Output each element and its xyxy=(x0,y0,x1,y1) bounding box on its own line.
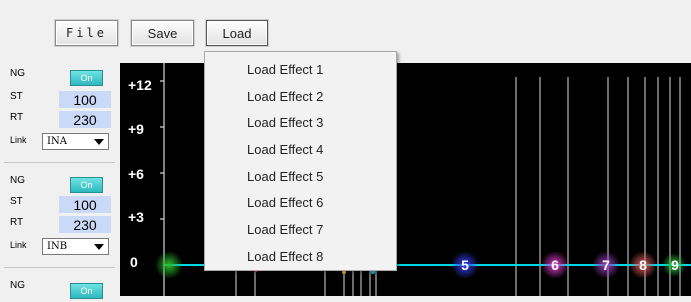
menu-item-load-effect-7[interactable]: Load Effect 7 xyxy=(205,216,396,242)
st-label: ST xyxy=(10,196,23,207)
y-tick-label: +9 xyxy=(128,121,144,137)
menu-item-load-effect-2[interactable]: Load Effect 2 xyxy=(205,83,396,109)
st-value-field[interactable]: 100 xyxy=(59,91,111,108)
rt-value-field[interactable]: 230 xyxy=(59,216,111,233)
menu-item-load-effect-1[interactable]: Load Effect 1 xyxy=(205,56,396,82)
noise-gate-on-button[interactable]: On xyxy=(70,283,103,299)
noise-gate-on-button[interactable]: On xyxy=(70,70,103,86)
y-tick-label: +12 xyxy=(128,77,152,93)
link-label: Link xyxy=(10,135,27,145)
menu-item-load-effect-4[interactable]: Load Effect 4 xyxy=(205,136,396,162)
toolbar: File Save Load xyxy=(0,0,691,55)
y-tick-label: +3 xyxy=(128,209,144,225)
band-marker-1[interactable] xyxy=(155,251,183,279)
band-label-6: 6 xyxy=(551,257,559,273)
st-value-field[interactable]: 100 xyxy=(59,196,111,213)
link-select[interactable]: INA xyxy=(42,133,109,150)
ng-label: NG xyxy=(10,175,25,186)
y-tick-label: +6 xyxy=(128,166,144,182)
menu-item-load-effect-3[interactable]: Load Effect 3 xyxy=(205,109,396,135)
ng-label: NG xyxy=(10,280,25,291)
dropdown-arrow-icon xyxy=(94,139,104,145)
dropdown-arrow-icon xyxy=(94,244,104,250)
rt-label: RT xyxy=(10,217,24,228)
channel-group-a: NG On ST 100 RT 230 Link INA xyxy=(4,62,115,163)
link-select[interactable]: INB xyxy=(42,238,109,255)
band-label-7: 7 xyxy=(602,257,610,273)
rt-value-field[interactable]: 230 xyxy=(59,111,111,128)
load-button[interactable]: Load xyxy=(206,20,268,46)
link-select-value: INA xyxy=(47,136,67,147)
band-label-8: 8 xyxy=(639,257,647,273)
rt-label: RT xyxy=(10,112,24,123)
y-tick-label: 0 xyxy=(130,254,138,270)
band-label-5: 5 xyxy=(461,257,469,273)
menu-item-load-effect-6[interactable]: Load Effect 6 xyxy=(205,189,396,215)
channel-group-c: NG On xyxy=(4,272,115,302)
axis-ticks xyxy=(160,80,164,220)
file-button[interactable]: File xyxy=(55,20,118,46)
link-label: Link xyxy=(10,240,27,250)
channel-group-b: NG On ST 100 RT 230 Link INB xyxy=(4,167,115,268)
ng-label: NG xyxy=(10,68,25,79)
channel-panel: NG On ST 100 RT 230 Link INA NG On ST 10… xyxy=(0,56,118,302)
band-label-9: 9 xyxy=(671,257,679,273)
menu-item-load-effect-5[interactable]: Load Effect 5 xyxy=(205,163,396,189)
menu-item-load-effect-8[interactable]: Load Effect 8 xyxy=(205,243,396,269)
noise-gate-on-button[interactable]: On xyxy=(70,177,103,193)
link-select-value: INB xyxy=(47,241,68,252)
save-button[interactable]: Save xyxy=(131,20,194,46)
st-label: ST xyxy=(10,91,23,102)
load-effect-menu: Load Effect 1 Load Effect 2 Load Effect … xyxy=(204,51,397,271)
